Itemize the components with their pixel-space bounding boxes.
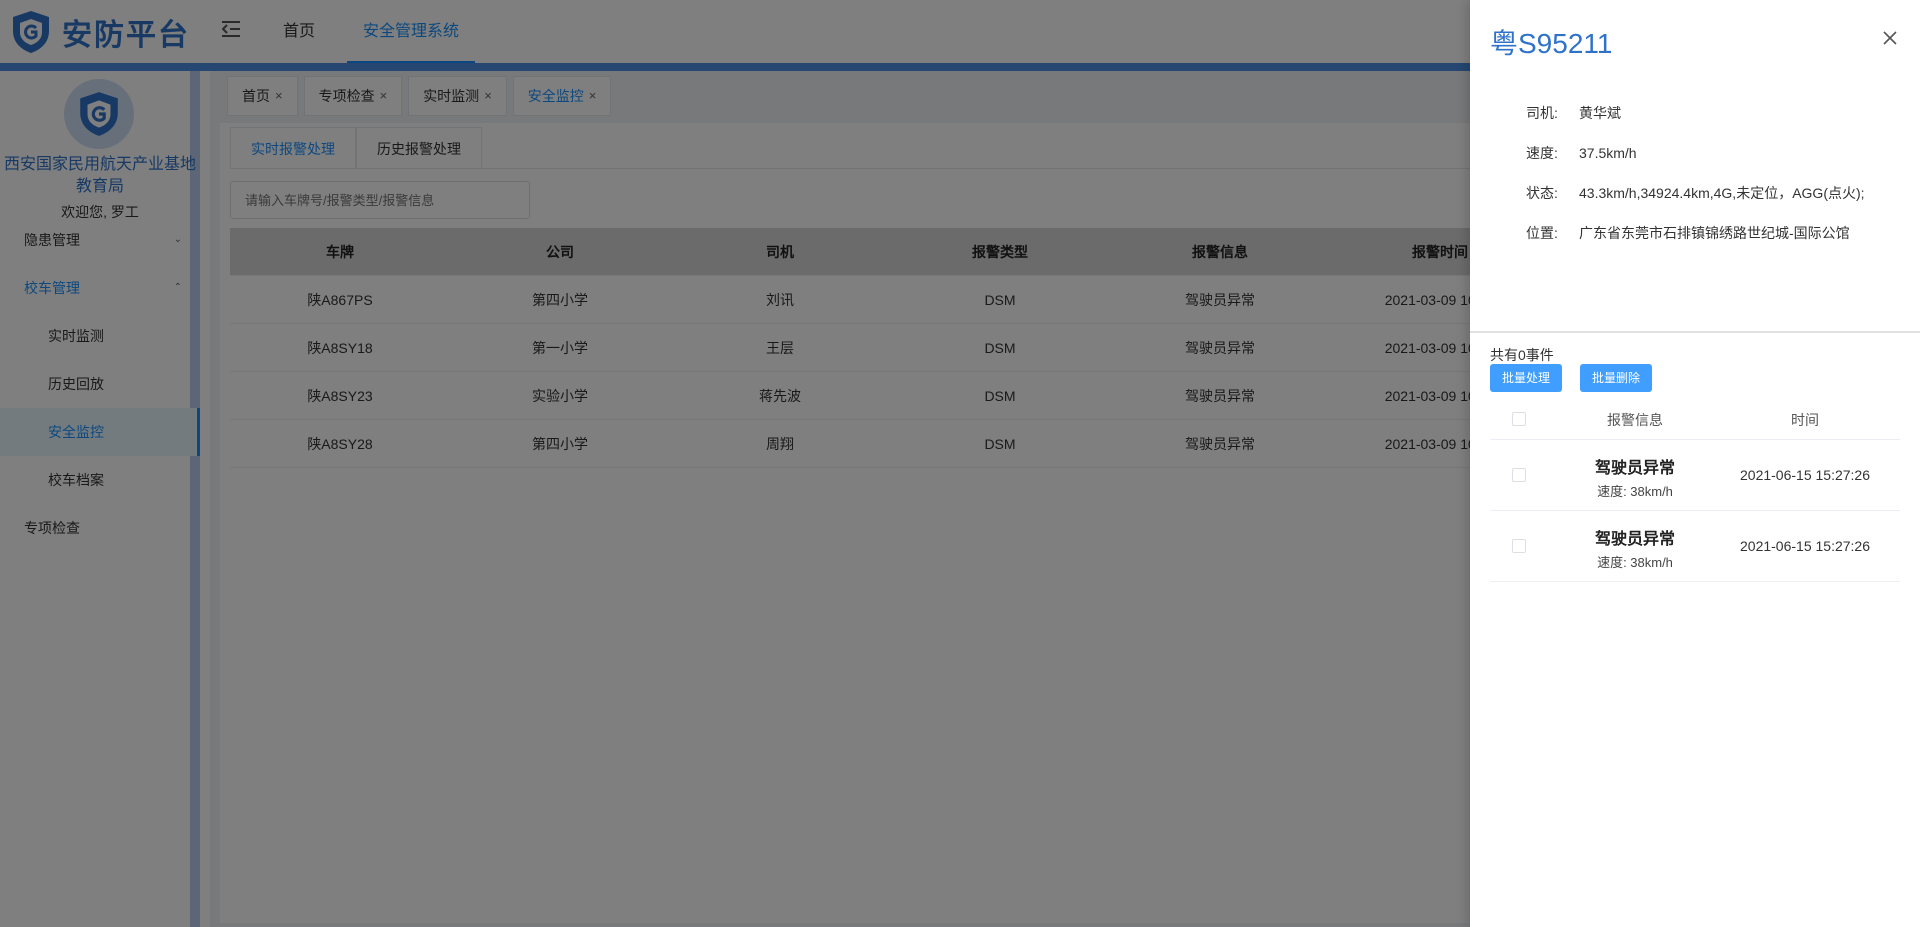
batch-delete-button[interactable]: 批量删除 <box>1580 364 1653 392</box>
event-time: 2021-06-15 15:27:26 <box>1740 538 1870 554</box>
event-speed: 速度: 38km/h <box>1597 484 1673 499</box>
select-all-checkbox[interactable] <box>1512 412 1526 426</box>
row-checkbox[interactable] <box>1512 468 1526 482</box>
drawer-title: 粤S95211 <box>1490 28 1613 59</box>
event-speed: 速度: 38km/h <box>1597 555 1673 570</box>
event-table: 报警信息 时间 驾驶员异常 速度: 38km/h 2021-06-15 15:2… <box>1490 398 1900 582</box>
close-icon[interactable] <box>1882 30 1898 46</box>
event-count: 共有0事件 <box>1490 347 1554 363</box>
event-title: 驾驶员异常 <box>1594 531 1675 548</box>
info-value: 广东省东莞市石排镇锦绣路世纪城-国际公馆 <box>1579 225 1850 241</box>
info-key: 司机: <box>1526 105 1558 121</box>
vehicle-detail-drawer: 粤S95211 司机: 黄华斌 速度: 37.5km/h 状态: 43.3km/h,3… <box>1470 0 1920 927</box>
info-value: 43.3km/h,34924.4km,4G,未定位，AGG(点火); <box>1579 185 1865 201</box>
info-key: 状态: <box>1526 185 1558 201</box>
info-status: 状态: 43.3km/h,34924.4km,4G,未定位，AGG(点火); <box>1526 183 1865 203</box>
event-time: 2021-06-15 15:27:26 <box>1740 467 1870 483</box>
batch-process-button[interactable]: 批量处理 <box>1490 364 1563 392</box>
column-header: 时间 <box>1791 412 1819 428</box>
event-row[interactable]: 驾驶员异常 速度: 38km/h 2021-06-15 15:27:26 <box>1490 511 1900 582</box>
info-value: 黄华斌 <box>1579 105 1621 121</box>
info-driver: 司机: 黄华斌 <box>1526 103 1621 123</box>
row-checkbox[interactable] <box>1512 539 1526 553</box>
event-row[interactable]: 驾驶员异常 速度: 38km/h 2021-06-15 15:27:26 <box>1490 440 1900 511</box>
event-title: 驾驶员异常 <box>1594 460 1675 477</box>
drawer-divider <box>1470 331 1920 333</box>
info-key: 位置: <box>1526 225 1558 241</box>
event-info: 驾驶员异常 速度: 38km/h <box>1560 454 1710 500</box>
column-header: 报警信息 <box>1607 412 1663 428</box>
info-speed: 速度: 37.5km/h <box>1526 143 1637 163</box>
event-info: 驾驶员异常 速度: 38km/h <box>1560 525 1710 571</box>
info-value: 37.5km/h <box>1579 145 1637 161</box>
info-location: 位置: 广东省东莞市石排镇锦绣路世纪城-国际公馆 <box>1526 223 1850 243</box>
info-key: 速度: <box>1526 145 1558 161</box>
event-table-header: 报警信息 时间 <box>1490 398 1900 440</box>
